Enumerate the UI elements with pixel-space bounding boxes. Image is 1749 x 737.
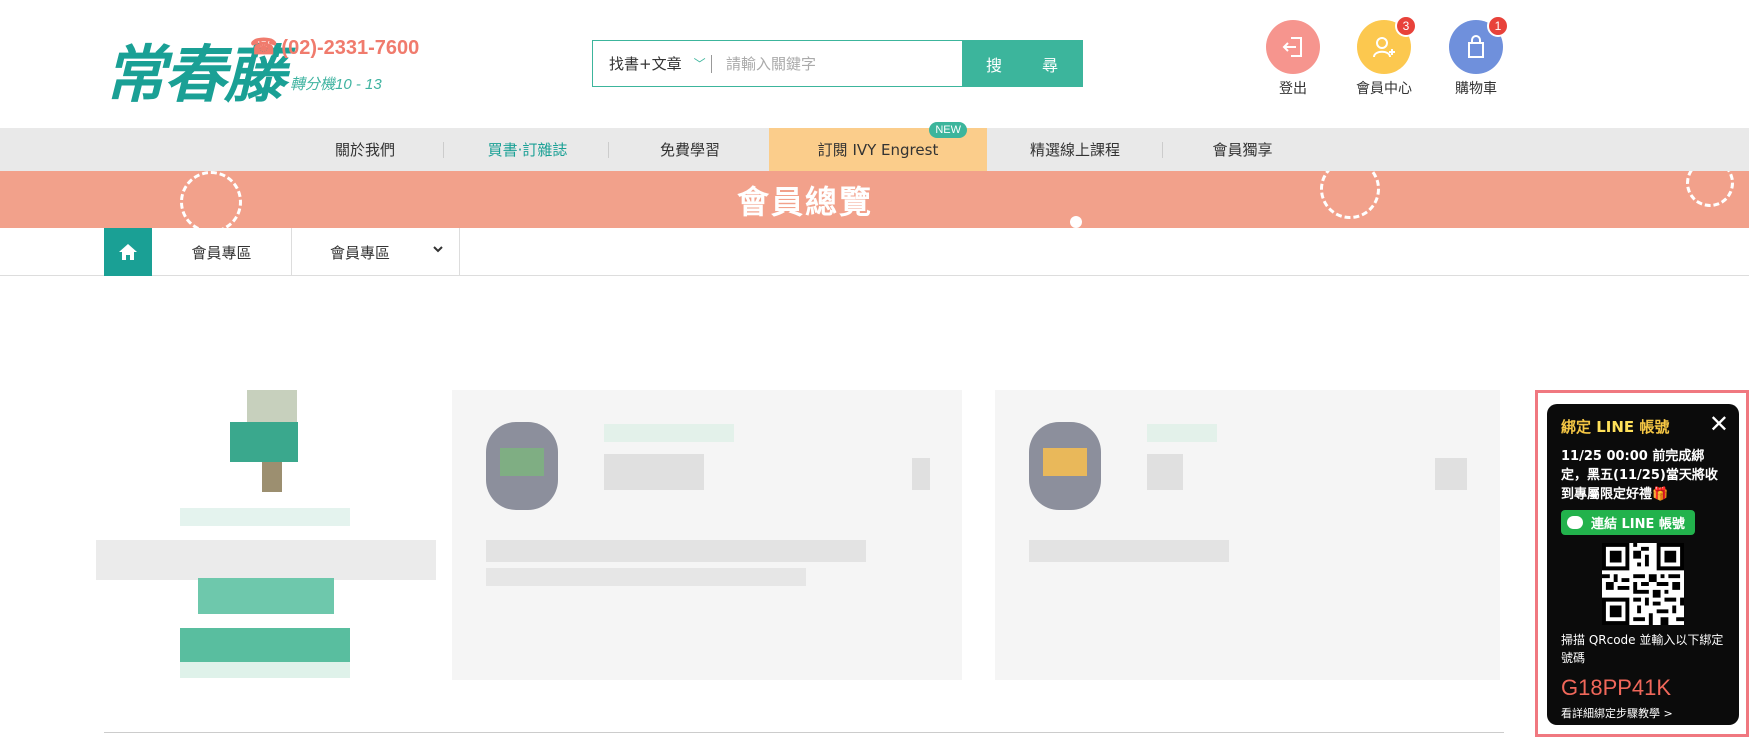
breadcrumb-item[interactable]: 會員專區 bbox=[152, 228, 292, 276]
blur-block bbox=[180, 662, 350, 678]
popup-title: 綁定 LINE 帳號 bbox=[1561, 416, 1725, 437]
blur-block bbox=[1435, 458, 1467, 490]
nav-item-member-exclusive[interactable]: 會員獨享 bbox=[1175, 128, 1310, 171]
blur-block bbox=[1147, 424, 1217, 442]
search-input[interactable] bbox=[712, 41, 962, 86]
nav-label: 關於我們 bbox=[334, 141, 395, 159]
cart-button[interactable]: 1 購物車 bbox=[1446, 15, 1509, 98]
logout-icon bbox=[1266, 20, 1320, 74]
blur-block bbox=[96, 540, 436, 580]
blur-block bbox=[912, 458, 930, 490]
qr-code-icon bbox=[1602, 543, 1684, 625]
binding-code: G18PP41K bbox=[1561, 675, 1672, 700]
phone-number: ☎ (02)-2331-7600 bbox=[250, 34, 419, 60]
cart-badge: 1 bbox=[1487, 15, 1509, 37]
content-divider bbox=[104, 732, 1504, 733]
nav-item-ivy-subscribe[interactable]: 訂閱 IVY Engrest NEW bbox=[769, 122, 987, 171]
blur-block bbox=[500, 448, 544, 476]
member-badge: 3 bbox=[1395, 15, 1417, 37]
page-title: 會員總覽 bbox=[736, 182, 873, 221]
nav-divider bbox=[608, 142, 609, 158]
connect-line-label: 連結 LINE 帳號 bbox=[1591, 517, 1685, 532]
nav-label: 會員獨享 bbox=[1212, 141, 1273, 159]
nav-divider bbox=[443, 142, 444, 158]
line-logo-icon bbox=[1567, 516, 1583, 529]
blur-block bbox=[230, 422, 298, 462]
popup-title-line: LINE bbox=[1596, 418, 1635, 436]
cart-label: 購物車 bbox=[1455, 81, 1497, 97]
blur-block bbox=[1029, 540, 1229, 562]
nav-item-free-learning[interactable]: 免費學習 bbox=[620, 128, 760, 171]
nav-item-about[interactable]: 關於我們 bbox=[300, 128, 430, 171]
search-category-select[interactable]: 找書+文章 ﹀ bbox=[593, 41, 711, 86]
main-nav: 關於我們 買書‧訂雜誌 免費學習 訂閱 IVY Engrest NEW 精選線上… bbox=[0, 122, 1749, 171]
home-icon bbox=[119, 244, 137, 260]
site-header: 常春藤 ☎(02)-2331-7600 轉分機10 - 13 找書+文章 ﹀ 搜… bbox=[0, 0, 1749, 128]
blur-block bbox=[198, 578, 334, 614]
nav-label: 精選線上課程 bbox=[1029, 141, 1120, 159]
phone-icon: ☎ bbox=[250, 34, 278, 59]
close-icon[interactable]: ✕ bbox=[1709, 412, 1729, 436]
decor-ring bbox=[1686, 171, 1734, 207]
nav-label: 訂閱 IVY Engrest bbox=[817, 141, 939, 159]
blur-block bbox=[1043, 448, 1087, 476]
nav-divider bbox=[1162, 142, 1163, 158]
member-card bbox=[995, 390, 1500, 680]
new-badge: NEW bbox=[929, 122, 967, 138]
blur-block bbox=[180, 508, 350, 526]
logout-label: 登出 bbox=[1279, 81, 1307, 97]
qr-code bbox=[1602, 543, 1684, 625]
search-bar: 找書+文章 ﹀ 搜 尋 bbox=[592, 40, 1083, 87]
chevron-down-icon bbox=[433, 246, 443, 253]
scan-instructions: 掃描 QRcode 並輸入以下綁定號碼 bbox=[1561, 633, 1724, 665]
nav-item-online-courses[interactable]: 精選線上課程 bbox=[995, 128, 1155, 171]
blur-block bbox=[1147, 454, 1183, 490]
cart-icon: 1 bbox=[1449, 15, 1509, 74]
breadcrumb: 會員專區 會員專區 bbox=[0, 228, 1749, 276]
breadcrumb-dropdown[interactable]: 會員專區 bbox=[292, 228, 460, 276]
popup-body: 11/25 00:00 前完成綁定，黑五(11/25)當天將收到專屬限定好禮🎁 bbox=[1561, 449, 1718, 502]
blur-block bbox=[604, 424, 734, 442]
tutorial-link[interactable]: 看詳細綁定步驟教學 > bbox=[1561, 705, 1725, 721]
nav-item-books[interactable]: 買書‧訂雜誌 bbox=[455, 128, 600, 171]
member-label: 會員中心 bbox=[1356, 81, 1412, 97]
search-category-label: 找書+文章 bbox=[609, 55, 682, 73]
search-button[interactable]: 搜 尋 bbox=[962, 41, 1082, 86]
popup-title-prefix: 綁定 bbox=[1561, 418, 1597, 436]
member-card bbox=[452, 390, 962, 680]
phone-extension: 轉分機10 - 13 bbox=[290, 76, 382, 93]
blur-block bbox=[180, 628, 350, 662]
connect-line-button[interactable]: 連結 LINE 帳號 bbox=[1561, 510, 1695, 535]
breadcrumb-dropdown-label: 會員專區 bbox=[330, 243, 391, 262]
home-button[interactable] bbox=[104, 228, 152, 276]
line-bind-popup: 綁定 LINE 帳號 ✕ 11/25 00:00 前完成綁定，黑五(11/25)… bbox=[1547, 404, 1739, 725]
nav-label: 買書‧訂雜誌 bbox=[487, 141, 568, 159]
blur-block bbox=[486, 540, 866, 562]
blur-block bbox=[486, 568, 806, 586]
member-center-button[interactable]: 3 會員中心 bbox=[1354, 15, 1417, 98]
blur-block bbox=[604, 454, 704, 490]
phone-text: (02)-2331-7600 bbox=[281, 37, 420, 59]
popup-title-suffix: 帳號 bbox=[1634, 418, 1670, 436]
chevron-down-icon: ﹀ bbox=[693, 57, 706, 71]
page-banner: 會員總覽 bbox=[0, 171, 1749, 228]
blur-block bbox=[262, 462, 282, 492]
logout-button[interactable]: 登出 bbox=[1263, 20, 1323, 98]
member-icon: 3 bbox=[1357, 15, 1417, 74]
blur-block bbox=[247, 390, 297, 422]
nav-label: 免費學習 bbox=[659, 141, 720, 159]
